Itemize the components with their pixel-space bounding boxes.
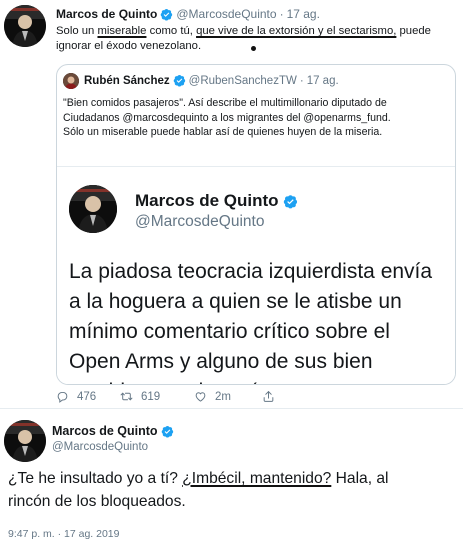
retweet-count: 619: [141, 390, 161, 403]
verified-badge-icon: [283, 194, 298, 209]
separator: ·: [299, 74, 304, 87]
tweet[interactable]: Marcos de Quinto @MarcosdeQuinto · 17 ag…: [0, 0, 463, 404]
reply-icon: [56, 390, 69, 403]
screenshot-author-handle: @MarcosdeQuinto: [135, 213, 265, 230]
share-button[interactable]: [262, 390, 275, 403]
screenshot-tweet-text: La piadosa teocracia izquierdista envía …: [69, 260, 433, 384]
quoted-tweet-text: "Bien comidos pasajeros". Así describe e…: [63, 97, 391, 138]
tweet-header: Marcos de Quinto @MarcosdeQuinto · 17 ag…: [56, 7, 320, 21]
screenshot-author-avatar: [69, 185, 117, 233]
reply-author-handle[interactable]: @MarcosdeQuinto: [52, 441, 148, 453]
author-avatar[interactable]: [4, 5, 46, 47]
quoted-author-name[interactable]: Rubén Sánchez: [84, 75, 170, 87]
reply-timestamp[interactable]: 9:47 p. m. · 17 ag. 2019: [8, 528, 120, 540]
like-button[interactable]: 2m: [194, 390, 231, 403]
underlined-phrase: ¿Imbécil, mantenido?: [182, 470, 332, 487]
verified-badge-icon: [173, 74, 186, 87]
underlined-phrase: que vive de la extorsión y el sectarismo…: [196, 25, 397, 37]
quoted-tweet-date[interactable]: 17 ag.: [307, 75, 339, 87]
underlined-phrase: miserable: [97, 25, 147, 37]
share-icon: [262, 390, 275, 403]
like-count: 2m: [215, 390, 231, 403]
verified-badge-icon: [160, 8, 173, 21]
annotation-dot: [251, 46, 256, 51]
screenshot-author-name: Marcos de Quinto: [135, 191, 298, 211]
tweet-date[interactable]: 17 ag.: [287, 7, 320, 21]
tweet-text: Solo un miserable como tú, que vive de l…: [56, 25, 431, 52]
like-icon: [194, 390, 207, 403]
retweet-button[interactable]: 619: [120, 390, 160, 403]
reply-count: 476: [77, 390, 97, 403]
reply-button[interactable]: 476: [56, 390, 96, 403]
quoted-tweet-header: Rubén Sánchez @RubenSanchezTW · 17 ag.: [84, 74, 339, 87]
author-name[interactable]: Marcos de Quinto: [56, 7, 157, 21]
tweet-actions: 476 619 2m: [56, 390, 336, 406]
verified-badge-icon: [161, 425, 174, 438]
tweet-screenshot-image[interactable]: Marcos de Quinto @MarcosdeQuinto La piad…: [57, 166, 455, 384]
quoted-author-handle[interactable]: @RubenSanchezTW: [189, 75, 297, 87]
quoted-author-avatar[interactable]: [63, 73, 79, 89]
separator: ·: [279, 7, 284, 21]
reply-author-avatar[interactable]: [4, 420, 46, 462]
tweet-divider: [0, 408, 463, 409]
author-handle[interactable]: @MarcosdeQuinto: [176, 7, 276, 21]
reply-author-name[interactable]: Marcos de Quinto: [52, 424, 174, 438]
reply-tweet-text: ¿Te he insultado yo a tí? ¿Imbécil, mant…: [8, 470, 389, 510]
retweet-icon: [120, 390, 133, 403]
quoted-tweet[interactable]: Rubén Sánchez @RubenSanchezTW · 17 ag. "…: [56, 64, 456, 385]
